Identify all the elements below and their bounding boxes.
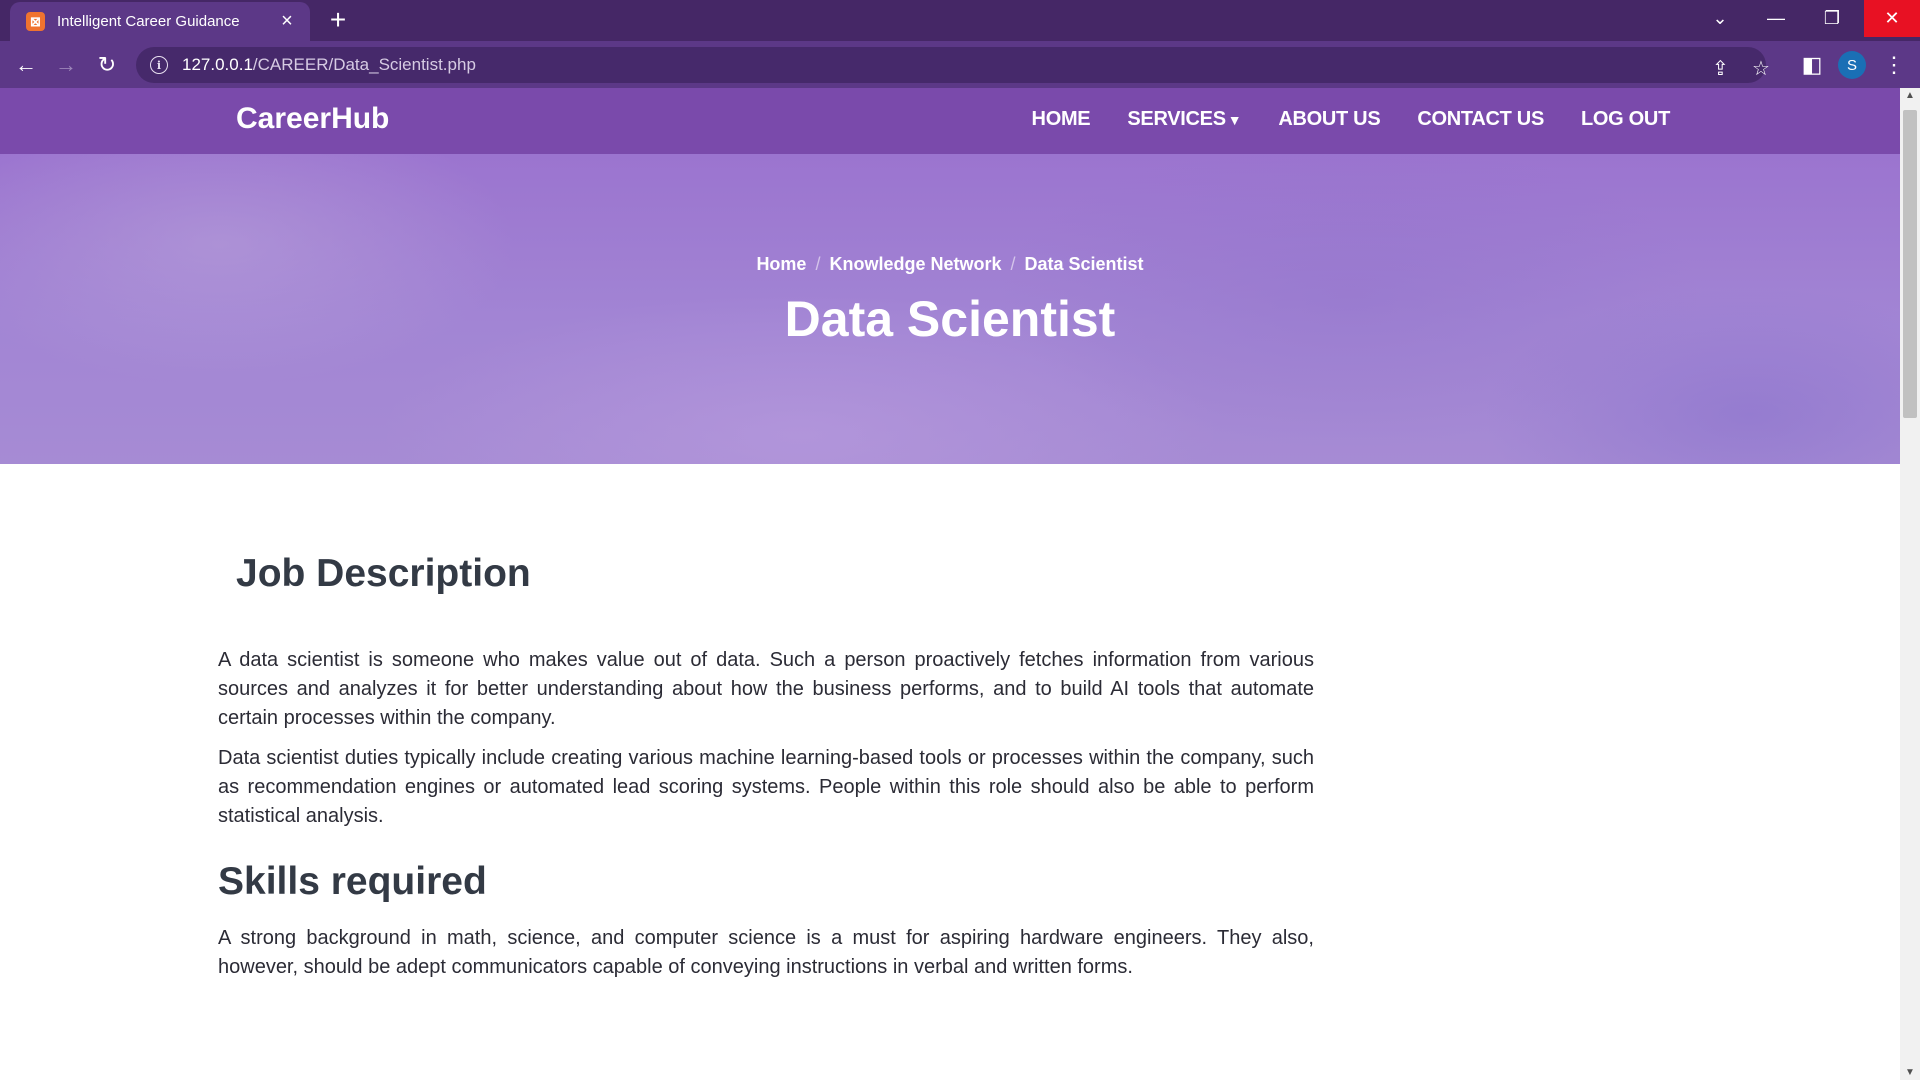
browser-tab-bar: ⊠ Intelligent Career Guidance × + ⌄ — ❐ …	[0, 0, 1920, 41]
tab-search-icon[interactable]: ⌄	[1692, 0, 1748, 37]
hero-banner: Home / Knowledge Network / Data Scientist Da…	[0, 154, 1900, 464]
chevron-down-icon: ▼	[1227, 112, 1242, 128]
skills-heading: Skills required	[218, 860, 487, 903]
profile-avatar[interactable]: S	[1838, 51, 1866, 79]
restore-icon[interactable]: ❐	[1804, 0, 1860, 37]
breadcrumb-current: Data Scientist	[1024, 254, 1144, 274]
xampp-icon: ⊠	[26, 12, 45, 31]
reload-icon[interactable]: ↻	[91, 49, 123, 81]
menu-kebab-icon[interactable]: ⋮	[1878, 49, 1910, 81]
main-menu: HOME SERVICES ▼ ABOUT US CONTACT US LOG O…	[1032, 108, 1671, 131]
breadcrumb-knowledge-network[interactable]: Knowledge Network	[829, 254, 1001, 274]
close-tab-icon[interactable]: ×	[276, 10, 298, 33]
scroll-up-icon[interactable]: ▲	[1905, 90, 1915, 101]
window-close-icon[interactable]: ✕	[1864, 0, 1920, 37]
job-paragraph-2: Data scientist duties typically include …	[218, 747, 1314, 827]
back-icon[interactable]: ←	[10, 49, 42, 81]
browser-tab[interactable]: ⊠ Intelligent Career Guidance ×	[10, 2, 310, 41]
browser-toolbar: ← → ↻ i 127.0.0.1/CAREER/Data_Scientist.…	[0, 41, 1920, 88]
breadcrumb-separator: /	[815, 254, 821, 274]
site-brand[interactable]: CareerHub	[236, 102, 389, 136]
page-scrollbar[interactable]: ▲ ▼	[1900, 88, 1920, 1080]
forward-icon[interactable]: →	[50, 49, 82, 81]
site-info-icon[interactable]: i	[150, 56, 168, 74]
nav-logout[interactable]: LOG OUT	[1581, 108, 1670, 131]
job-paragraph-1: A data scientist is someone who makes va…	[218, 649, 1314, 729]
breadcrumb: Home / Knowledge Network / Data Scientist	[0, 254, 1900, 275]
tab-title: Intelligent Career Guidance	[57, 13, 240, 30]
nav-services[interactable]: SERVICES ▼	[1127, 108, 1241, 131]
address-bar[interactable]: i 127.0.0.1/CAREER/Data_Scientist.php ⇪ …	[136, 47, 1770, 83]
skills-paragraph: A strong background in math, science, an…	[218, 927, 1314, 978]
breadcrumb-separator: /	[1010, 254, 1016, 274]
nav-about[interactable]: ABOUT US	[1278, 108, 1380, 131]
scrollbar-thumb[interactable]	[1903, 110, 1917, 418]
bookmark-star-icon[interactable]: ☆	[1752, 56, 1770, 81]
page-viewport: CareerHub HOME SERVICES ▼ ABOUT US CONTAC…	[0, 88, 1900, 1080]
breadcrumb-home[interactable]: Home	[756, 254, 806, 274]
url-text[interactable]: 127.0.0.1/CAREER/Data_Scientist.php	[182, 55, 476, 75]
minimize-icon[interactable]: —	[1748, 0, 1804, 37]
site-navbar: CareerHub HOME SERVICES ▼ ABOUT US CONTAC…	[0, 88, 1900, 154]
scroll-down-icon[interactable]: ▼	[1905, 1067, 1915, 1078]
nav-home[interactable]: HOME	[1032, 108, 1091, 131]
nav-services-label: SERVICES	[1127, 108, 1226, 130]
new-tab-icon[interactable]: +	[322, 4, 354, 36]
side-panel-icon[interactable]: ◧	[1796, 49, 1828, 81]
share-icon[interactable]: ⇪	[1712, 56, 1729, 81]
job-description-heading: Job Description	[236, 552, 531, 595]
page-title: Data Scientist	[784, 291, 1116, 347]
nav-contact[interactable]: CONTACT US	[1417, 108, 1544, 131]
